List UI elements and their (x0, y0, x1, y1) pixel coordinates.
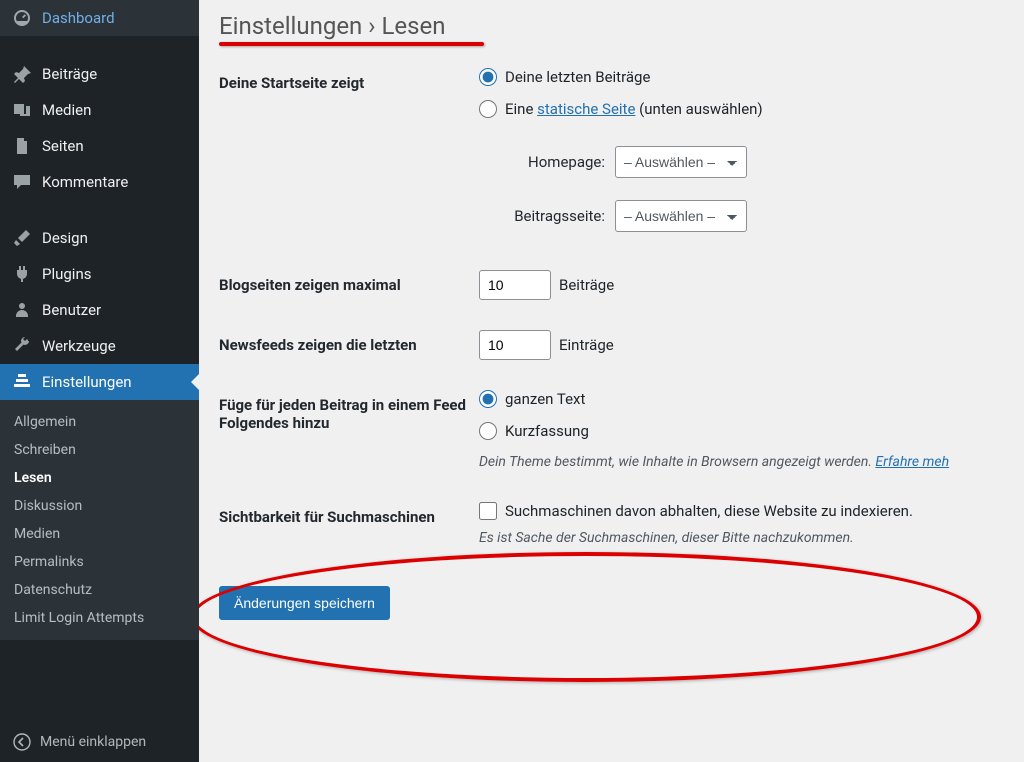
submenu-media[interactable]: Medien (0, 520, 199, 548)
sidebar-item-label: Beiträge (42, 65, 97, 83)
admin-sidebar: Dashboard Beiträge Medien Seiten Komment… (0, 0, 199, 762)
label-visibility: Sichtbarkeit für Suchmaschinen (219, 502, 479, 526)
blogpages-unit: Beiträge (559, 276, 614, 294)
sidebar-item-posts[interactable]: Beiträge (0, 56, 199, 92)
sidebar-item-users[interactable]: Benutzer (0, 292, 199, 328)
radio-fulltext[interactable] (479, 390, 497, 408)
save-button[interactable]: Änderungen speichern (219, 586, 390, 620)
sidebar-item-label: Werkzeuge (42, 337, 116, 355)
pages-icon (12, 136, 32, 156)
sidebar-item-tools[interactable]: Werkzeuge (0, 328, 199, 364)
media-icon (12, 100, 32, 120)
wrench-icon (12, 336, 32, 356)
sidebar-item-settings[interactable]: Einstellungen (0, 364, 199, 400)
label-feedcontent: Füge für jeden Beitrag in einem Feed Fol… (219, 390, 479, 432)
settings-submenu: Allgemein Schreiben Lesen Diskussion Med… (0, 400, 199, 640)
collapse-label: Menü einklappen (40, 734, 146, 750)
homepage-label: Homepage: (505, 153, 605, 171)
radio-latest-posts-label: Deine letzten Beiträge (505, 68, 650, 86)
submenu-discussion[interactable]: Diskussion (0, 492, 199, 520)
sidebar-item-label: Medien (42, 101, 91, 119)
sidebar-item-label: Seiten (42, 137, 84, 155)
sidebar-item-label: Dashboard (42, 9, 115, 27)
sidebar-item-label: Design (42, 229, 88, 247)
postspage-select[interactable]: – Auswählen – (615, 200, 747, 232)
settings-icon (12, 372, 32, 392)
radio-summary[interactable] (479, 422, 497, 440)
sidebar-item-media[interactable]: Medien (0, 92, 199, 128)
checkbox-noindex[interactable] (479, 502, 497, 520)
submenu-privacy[interactable]: Datenschutz (0, 576, 199, 604)
radio-latest-posts[interactable] (479, 68, 497, 86)
sidebar-item-label: Plugins (42, 265, 91, 283)
newsfeeds-input[interactable] (479, 330, 551, 360)
comments-icon (12, 172, 32, 192)
learn-more-link[interactable]: Erfahre meh (875, 454, 949, 470)
checkbox-noindex-label: Suchmaschinen davon abhalten, diese Webs… (505, 502, 913, 520)
users-icon (12, 300, 32, 320)
sidebar-item-comments[interactable]: Kommentare (0, 164, 199, 200)
sidebar-item-label: Einstellungen (42, 373, 132, 391)
radio-fulltext-label: ganzen Text (505, 390, 585, 408)
radio-static-page-label: Eine statische Seite (unten auswählen) (505, 100, 763, 118)
submenu-permalinks[interactable]: Permalinks (0, 548, 199, 576)
radio-static-page[interactable] (479, 100, 497, 118)
sidebar-item-label: Benutzer (42, 301, 101, 319)
homepage-select[interactable]: – Auswählen – (615, 146, 747, 178)
sidebar-item-plugins[interactable]: Plugins (0, 256, 199, 292)
submenu-reading[interactable]: Lesen (0, 464, 199, 492)
newsfeeds-unit: Einträge (559, 336, 614, 354)
collapse-menu[interactable]: Menü einklappen (0, 722, 199, 762)
sidebar-item-label: Kommentare (42, 173, 128, 191)
annotation-underline (219, 42, 484, 46)
content-area: Einstellungen › Lesen Deine Startseite z… (199, 0, 1024, 762)
sidebar-item-design[interactable]: Design (0, 220, 199, 256)
settings-form: Deine Startseite zeigt Deine letzten Bei… (219, 68, 1004, 620)
sidebar-item-pages[interactable]: Seiten (0, 128, 199, 164)
visibility-description: Es ist Sache der Suchmaschinen, dieser B… (479, 530, 1004, 546)
brush-icon (12, 228, 32, 248)
feedcontent-description: Dein Theme bestimmt, wie Inhalte in Brow… (479, 454, 1004, 470)
sidebar-item-dashboard[interactable]: Dashboard (0, 0, 199, 36)
plugins-icon (12, 264, 32, 284)
page-title: Einstellungen › Lesen (219, 12, 445, 40)
submenu-general[interactable]: Allgemein (0, 408, 199, 436)
dashboard-icon (12, 8, 32, 28)
static-page-link[interactable]: statische Seite (537, 100, 635, 118)
label-startpage: Deine Startseite zeigt (219, 68, 479, 92)
radio-summary-label: Kurzfassung (505, 422, 589, 440)
postspage-label: Beitragsseite: (505, 207, 605, 225)
collapse-icon (12, 732, 32, 752)
submenu-writing[interactable]: Schreiben (0, 436, 199, 464)
label-blogpages: Blogseiten zeigen maximal (219, 270, 479, 294)
label-newsfeeds: Newsfeeds zeigen die letzten (219, 330, 479, 354)
blogpages-input[interactable] (479, 270, 551, 300)
submenu-limit-login[interactable]: Limit Login Attempts (0, 604, 199, 632)
pin-icon (12, 64, 32, 84)
